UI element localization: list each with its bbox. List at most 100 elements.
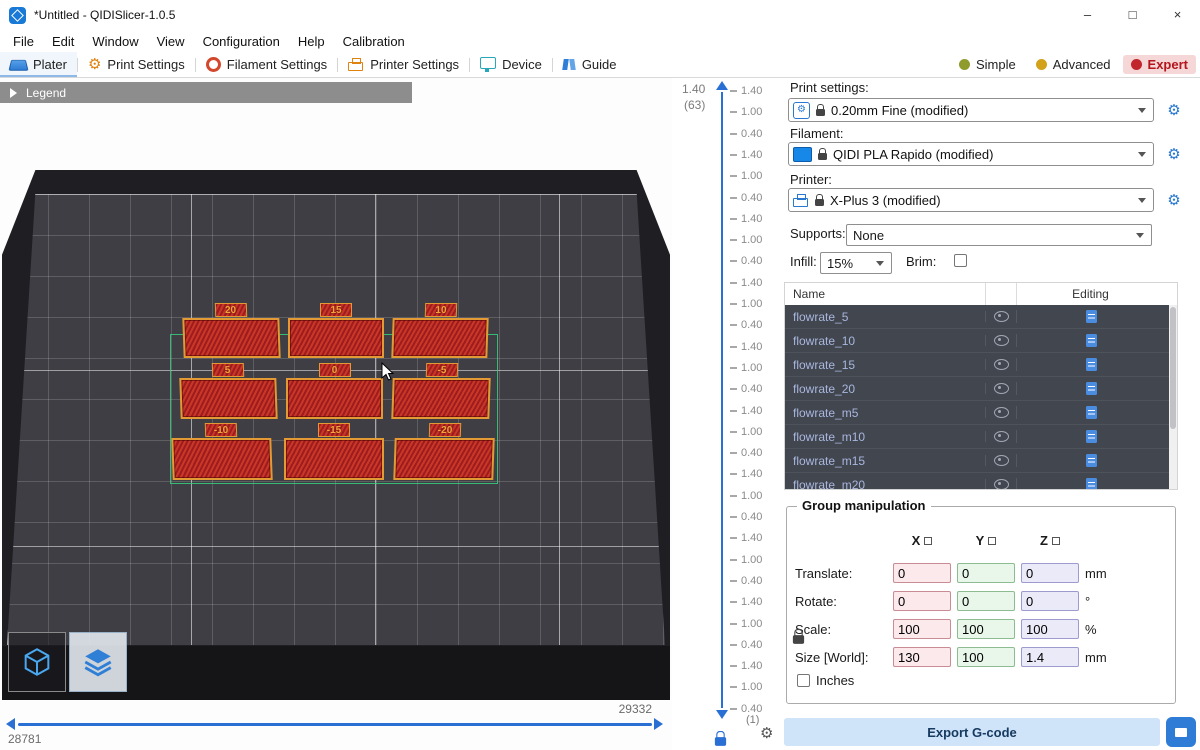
edit-icon[interactable]: [1086, 430, 1097, 443]
edit-icon[interactable]: [1086, 310, 1097, 323]
object-row[interactable]: flowrate_m20: [785, 473, 1169, 489]
print-object[interactable]: 20: [182, 318, 280, 358]
layer-tick: 1.00: [730, 619, 762, 629]
print-object[interactable]: -10: [171, 438, 272, 480]
object-row[interactable]: flowrate_m10: [785, 425, 1169, 449]
tab-printer-settings[interactable]: Printer Settings: [338, 52, 469, 77]
scale-y-input[interactable]: [957, 619, 1015, 639]
gcode-slider-right-arrow-icon[interactable]: [654, 718, 663, 730]
tab-plater[interactable]: Plater: [0, 52, 77, 77]
scale-x-input[interactable]: [893, 619, 951, 639]
viewport-3d[interactable]: 20 15 10 5 0 -5 -10 -15 -20 Legend: [0, 78, 672, 750]
column-visibility[interactable]: [985, 283, 1016, 305]
menu-item-configuration[interactable]: Configuration: [194, 34, 289, 49]
layer-slider-up-arrow-icon[interactable]: [716, 81, 728, 90]
print-object[interactable]: -15: [284, 438, 384, 480]
print-object[interactable]: 0: [286, 378, 383, 419]
legend-bar[interactable]: Legend: [0, 82, 412, 103]
rotate-y-input[interactable]: [957, 591, 1015, 611]
send-to-device-icon[interactable]: [1166, 717, 1196, 747]
layer-lock-icon[interactable]: [715, 737, 726, 746]
layer-slider-down-arrow-icon[interactable]: [716, 710, 728, 719]
tab-print-settings[interactable]: ⚙ Print Settings: [78, 52, 195, 77]
object-row[interactable]: flowrate_10: [785, 329, 1169, 353]
axis-x-label: X: [893, 533, 951, 548]
object-row[interactable]: flowrate_15: [785, 353, 1169, 377]
object-row[interactable]: flowrate_20: [785, 377, 1169, 401]
filament-gear-button[interactable]: ⚙: [1164, 144, 1184, 164]
gcode-slider-left-arrow-icon[interactable]: [6, 718, 15, 730]
tab-guide[interactable]: Guide: [553, 52, 627, 77]
view-layers-button[interactable]: [69, 632, 127, 692]
print-object[interactable]: 10: [391, 318, 488, 358]
edit-icon[interactable]: [1086, 406, 1097, 419]
printer-gear-button[interactable]: ⚙: [1164, 190, 1184, 210]
close-button[interactable]: ×: [1155, 0, 1200, 30]
eye-icon[interactable]: [994, 455, 1009, 466]
edit-icon[interactable]: [1086, 454, 1097, 467]
mode-advanced[interactable]: Advanced: [1028, 55, 1119, 74]
object-row[interactable]: flowrate_5: [785, 305, 1169, 329]
filament-icon: [206, 57, 221, 72]
eye-icon[interactable]: [994, 335, 1009, 346]
print-object[interactable]: 15: [288, 318, 384, 358]
eye-icon[interactable]: [994, 479, 1009, 489]
print-object[interactable]: 5: [179, 378, 277, 419]
menu-item-file[interactable]: File: [4, 34, 43, 49]
menu-item-view[interactable]: View: [148, 34, 194, 49]
view-3d-button[interactable]: [8, 632, 66, 692]
column-name[interactable]: Name: [785, 283, 985, 305]
edit-icon[interactable]: [1086, 358, 1097, 371]
list-scrollbar[interactable]: [1169, 305, 1177, 489]
size-y-input[interactable]: [957, 647, 1015, 667]
object-row[interactable]: flowrate_m5: [785, 401, 1169, 425]
edit-icon[interactable]: [1086, 478, 1097, 489]
brim-checkbox[interactable]: [954, 254, 967, 267]
print-settings-combo[interactable]: ⚙ 0.20mm Fine (modified): [788, 98, 1154, 122]
minimize-button[interactable]: –: [1065, 0, 1110, 30]
inches-checkbox[interactable]: [797, 674, 810, 687]
menu-item-window[interactable]: Window: [83, 34, 147, 49]
eye-icon[interactable]: [994, 311, 1009, 322]
translate-y-input[interactable]: [957, 563, 1015, 583]
print-object[interactable]: -20: [393, 438, 494, 480]
mode-simple[interactable]: Simple: [951, 55, 1024, 74]
tick-label: 1.00: [741, 681, 762, 693]
scrollbar-thumb[interactable]: [1170, 307, 1176, 429]
eye-icon[interactable]: [994, 407, 1009, 418]
filament-combo[interactable]: QIDI PLA Rapido (modified): [788, 142, 1154, 166]
translate-z-input[interactable]: [1021, 563, 1079, 583]
eye-icon[interactable]: [994, 431, 1009, 442]
edit-icon[interactable]: [1086, 334, 1097, 347]
mode-expert[interactable]: Expert: [1123, 55, 1196, 74]
print-settings-gear-button[interactable]: ⚙: [1164, 100, 1184, 120]
translate-x-input[interactable]: [893, 563, 951, 583]
scale-z-input[interactable]: [1021, 619, 1079, 639]
inches-label: Inches: [816, 673, 854, 688]
eye-icon[interactable]: [994, 383, 1009, 394]
printer-combo[interactable]: X-Plus 3 (modified): [788, 188, 1154, 212]
size-x-input[interactable]: [893, 647, 951, 667]
size-z-input[interactable]: [1021, 647, 1079, 667]
gcode-slider[interactable]: [18, 723, 652, 726]
export-gcode-button[interactable]: Export G-code: [784, 718, 1160, 746]
tab-filament-settings[interactable]: Filament Settings: [196, 52, 337, 77]
column-editing[interactable]: Editing: [1016, 283, 1164, 305]
object-row[interactable]: flowrate_m15: [785, 449, 1169, 473]
layer-tick: 1.40: [730, 469, 762, 479]
supports-combo[interactable]: None: [846, 224, 1152, 246]
layer-settings-gear-icon[interactable]: ⚙: [760, 726, 773, 741]
menu-item-calibration[interactable]: Calibration: [334, 34, 414, 49]
maximize-button[interactable]: □: [1110, 0, 1155, 30]
infill-combo[interactable]: 15%: [820, 252, 892, 274]
tab-device[interactable]: Device: [470, 52, 552, 77]
eye-icon[interactable]: [994, 359, 1009, 370]
menu-item-edit[interactable]: Edit: [43, 34, 83, 49]
rotate-x-input[interactable]: [893, 591, 951, 611]
rotate-z-input[interactable]: [1021, 591, 1079, 611]
edit-icon[interactable]: [1086, 382, 1097, 395]
layer-slider[interactable]: [721, 92, 723, 708]
menu-item-help[interactable]: Help: [289, 34, 334, 49]
print-object[interactable]: -5: [391, 378, 490, 419]
uniform-scale-lock-icon[interactable]: [793, 635, 804, 644]
